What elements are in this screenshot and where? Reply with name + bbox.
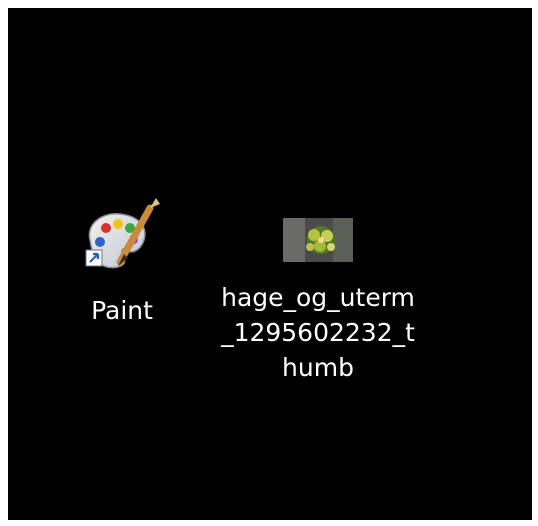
paint-app-icon (80, 196, 164, 285)
desktop-icon-image-file[interactable]: hage_og_uterm_1295602232_thumb (208, 218, 428, 385)
desktop-icon-label: hage_og_uterm_1295602232_thumb (221, 283, 415, 382)
desktop-icon-label: Paint (91, 296, 153, 325)
image-thumbnail-icon (283, 218, 353, 262)
desktop: Paint hage_og_uterm_1295602232_thumb (8, 8, 532, 520)
desktop-icon-paint[interactable]: Paint (72, 196, 172, 328)
